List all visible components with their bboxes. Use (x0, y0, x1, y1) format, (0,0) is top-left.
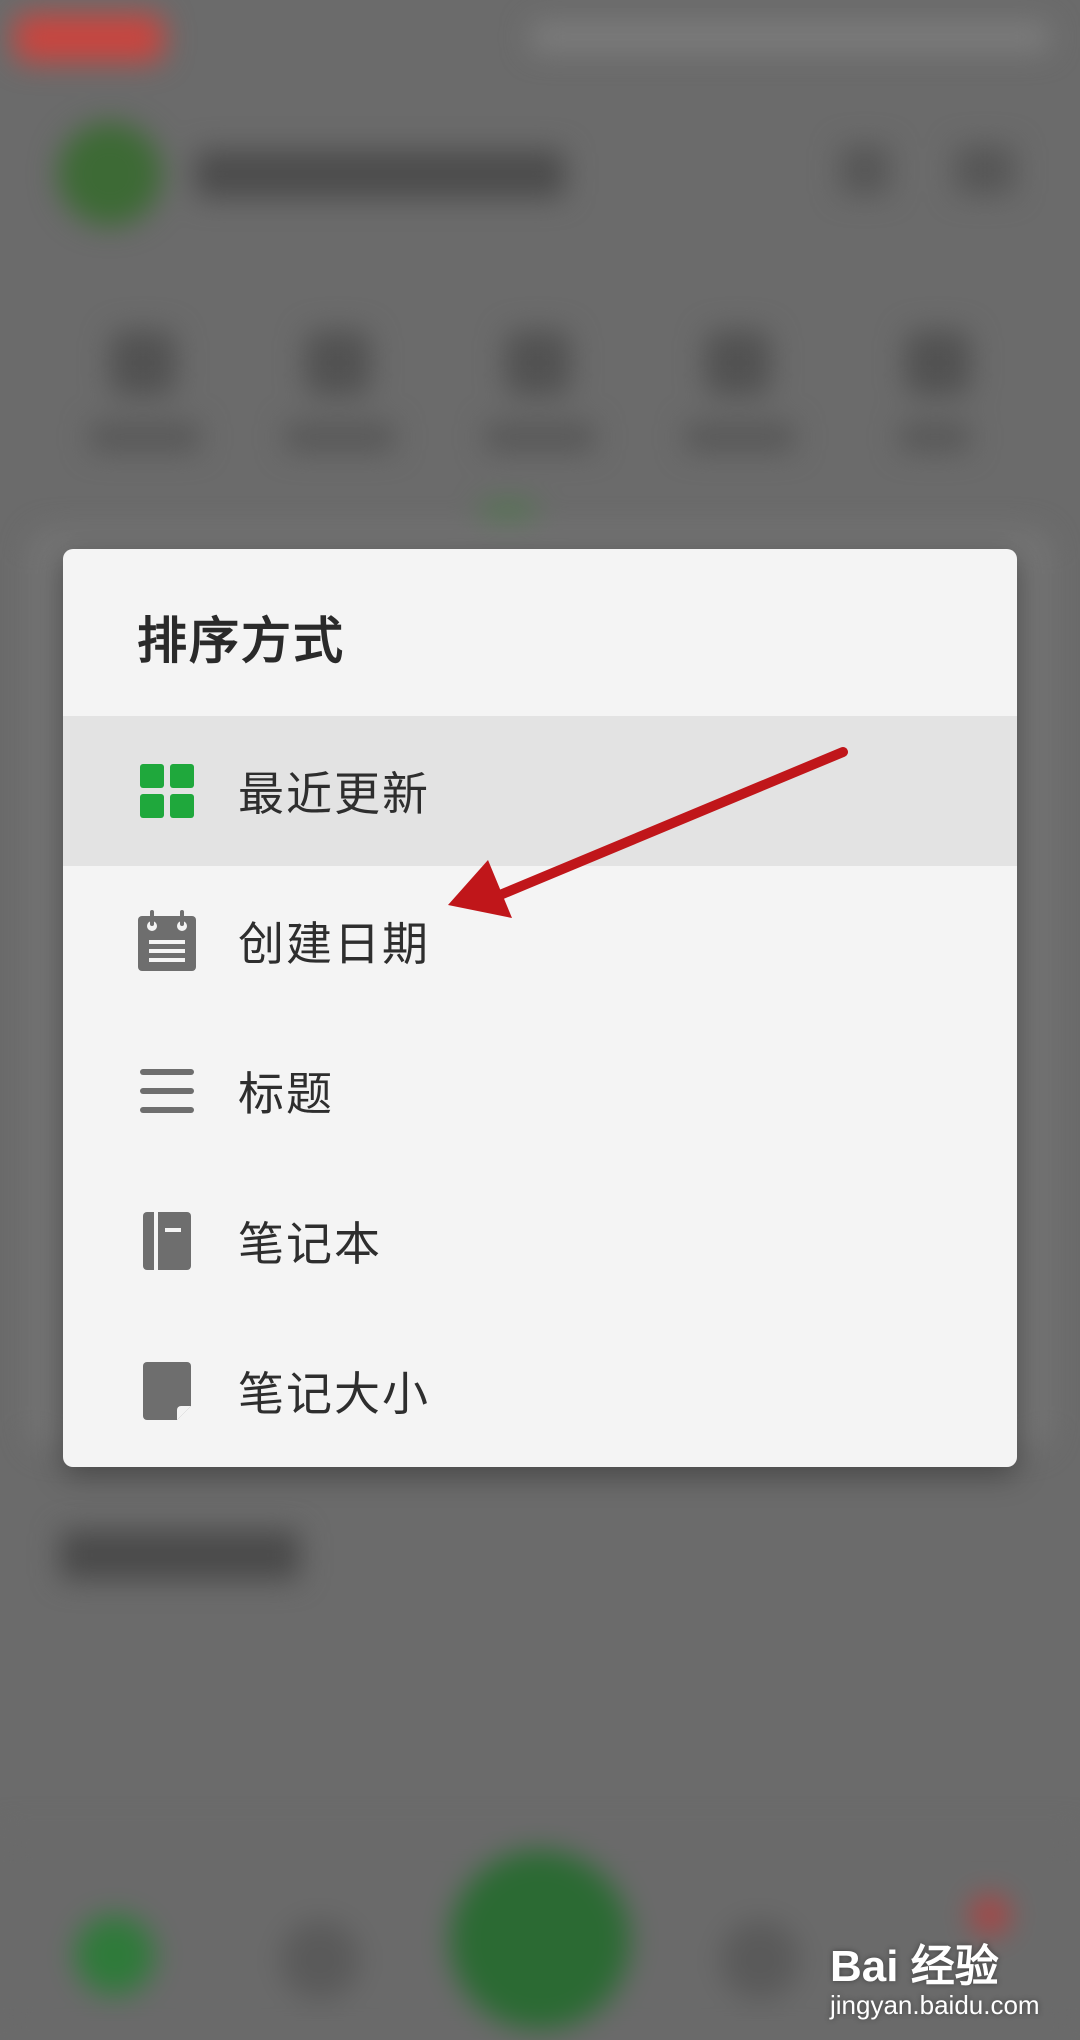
tab-label-4 (685, 422, 795, 452)
screen: 排序方式 最近更新 创建日期 标题 笔记本 笔记大小 Bai 经验 jingya… (0, 0, 1080, 2040)
username-placeholder (195, 150, 565, 198)
nav-home-icon (75, 1915, 155, 1995)
sort-option-created-date[interactable]: 创建日期 (63, 866, 1017, 1016)
note-page-icon (137, 1361, 197, 1421)
notification-dot (970, 1895, 1010, 1935)
sort-option-title[interactable]: 标题 (63, 1016, 1017, 1166)
watermark-brand: Bai 经验 (830, 1942, 999, 1991)
tab-icon-5 (905, 330, 971, 396)
tab-label-2 (285, 422, 395, 452)
tab-label-5 (900, 422, 970, 452)
tab-label-3 (485, 422, 595, 452)
section-subtitle (60, 1530, 300, 1580)
sort-option-label: 笔记大小 (238, 1367, 430, 1421)
tab-icon-4 (705, 330, 771, 396)
tab-icon-3 (505, 330, 571, 396)
sort-option-label: 笔记本 (238, 1217, 382, 1271)
search-icon (840, 145, 890, 195)
status-bar-icons (530, 22, 1050, 52)
tab-icon-1 (110, 330, 176, 396)
dialog-title: 排序方式 (137, 612, 345, 670)
sort-option-note-size[interactable]: 笔记大小 (63, 1316, 1017, 1466)
sort-options-list: 最近更新 创建日期 标题 笔记本 笔记大小 (63, 716, 1017, 1466)
add-note-fab (450, 1850, 630, 2030)
sort-option-recently-updated[interactable]: 最近更新 (63, 716, 1017, 866)
tab-indicator (480, 505, 536, 515)
nav-notes-icon (280, 1920, 360, 2000)
sort-option-label: 最近更新 (238, 767, 430, 821)
notebook-icon (137, 1211, 197, 1271)
tab-icon-2 (305, 330, 371, 396)
grid-icon (137, 761, 197, 821)
sort-option-label: 创建日期 (238, 917, 430, 971)
more-icon (955, 145, 1015, 195)
baidu-watermark: Bai 经验 jingyan.baidu.com (830, 1930, 1060, 2030)
avatar (58, 122, 162, 226)
calendar-icon (137, 910, 197, 971)
watermark-url: jingyan.baidu.com (830, 1990, 1040, 2020)
nav-tasks-icon (720, 1920, 800, 2000)
sort-dialog: 排序方式 最近更新 创建日期 标题 笔记本 笔记大小 (63, 549, 1017, 1467)
menu-lines-icon (137, 1061, 197, 1121)
sort-option-label: 标题 (238, 1067, 334, 1121)
status-bar-badge (14, 14, 164, 62)
tab-label-1 (90, 422, 200, 452)
sort-option-notebook[interactable]: 笔记本 (63, 1166, 1017, 1316)
